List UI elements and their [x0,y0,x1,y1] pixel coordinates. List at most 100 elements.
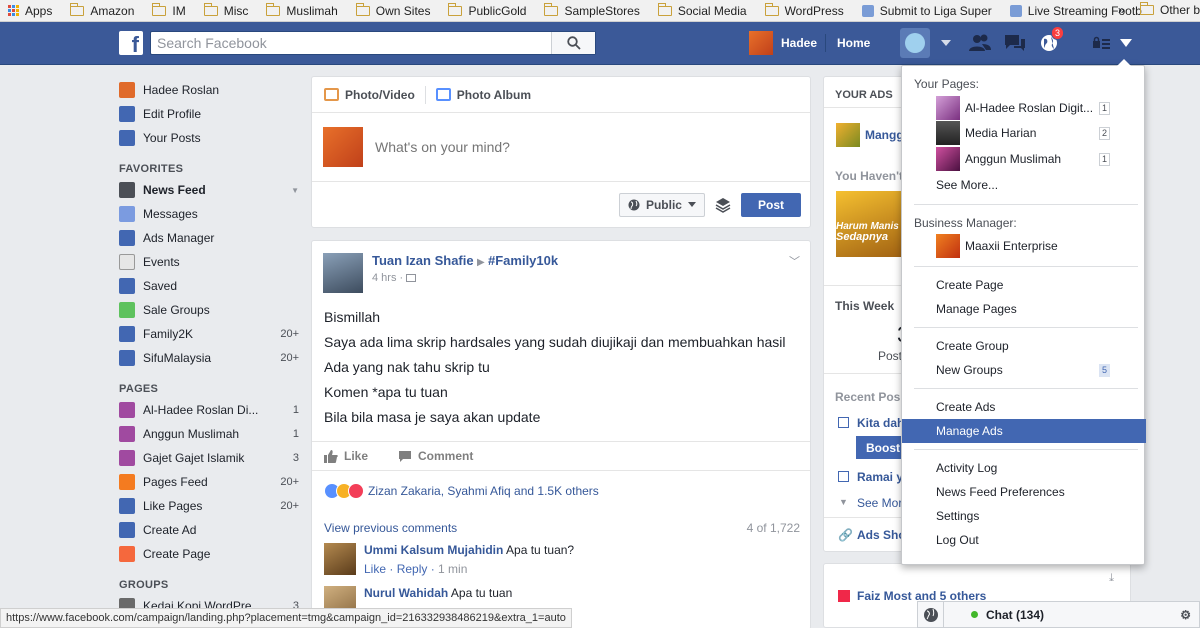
sidebar-item[interactable]: Create Ad [119,518,299,542]
page-avatar-icon [119,426,135,442]
create-group-item[interactable]: Create Group [902,334,1146,358]
bookmark-item[interactable]: Apps [8,4,52,18]
post-time[interactable]: 4 hrs [372,272,396,284]
bookmark-item[interactable]: Social Media [657,2,747,18]
profile-link[interactable]: Hadee [749,31,817,55]
dropdown-page-item[interactable]: Media Harian 2 [902,121,1146,145]
comment-button[interactable]: Comment [398,449,473,463]
messages-icon[interactable] [1003,31,1027,55]
account-dropdown-menu: Your Pages: Al-Hadee Roslan Digit... 1 M… [901,59,1146,565]
bookmark-item[interactable]: IM [152,2,186,18]
create-page-item[interactable]: Create Page [902,273,1146,297]
new-groups-item[interactable]: New Groups 5 [902,358,1146,382]
recent-post-link[interactable]: Kita dah [857,416,904,430]
layers-icon[interactable] [713,195,733,215]
page-switcher-button[interactable] [900,28,930,58]
bookmark-item[interactable]: PublicGold [448,2,526,18]
sidebar-item[interactable]: News Feed ▼ [119,178,299,202]
activity-log-item[interactable]: Activity Log [902,456,1146,480]
sidebar-item[interactable]: Ads Manager [119,226,299,250]
friend-requests-icon[interactable] [968,31,992,55]
sidebar-item[interactable]: Create Page [119,542,299,566]
bookmark-item[interactable]: SampleStores [544,2,640,18]
sidebar-item[interactable]: Edit Profile [119,102,299,126]
comment-like-link[interactable]: Like [364,562,386,576]
page-avatar-icon [936,96,960,120]
post-author[interactable]: Tuan Izan Shafie [372,253,474,268]
post-text-line: Bismillah [324,309,381,325]
sidebar-item[interactable]: Anggun Muslimah 1 [119,422,299,446]
chevron-down-icon[interactable]: ▼ [279,186,299,195]
bookmark-item[interactable]: Muslimah [266,2,338,18]
sidebar-item[interactable]: Hadee Roslan [119,78,299,102]
chevron-down-icon[interactable] [934,31,958,55]
business-item[interactable]: Maaxii Enterprise [902,234,1146,258]
bookmark-item[interactable]: Misc [203,2,248,18]
divider [914,449,1138,450]
view-previous-comments[interactable]: View previous comments [324,521,457,535]
facebook-logo-icon[interactable]: f [119,31,143,57]
see-more-link[interactable]: See Mor [857,496,902,510]
settings-icon[interactable]: ⚙ [1180,608,1191,622]
sidebar-item[interactable]: Family2K 20+ [119,322,299,346]
sidebar-item[interactable]: Events [119,250,299,274]
privacy-shortcuts-icon[interactable] [1090,31,1114,55]
this-week-title: This Week [835,299,895,313]
sidebar-item[interactable]: Pages Feed 20+ [119,470,299,494]
recent-post-link[interactable]: Ramai y [857,470,903,484]
manage-pages-item[interactable]: Manage Pages [902,297,1146,321]
account-menu-chevron-icon[interactable] [1114,31,1138,55]
privacy-selector[interactable]: Public [618,192,705,217]
avatar[interactable] [324,543,356,575]
create-ads-item[interactable]: Create Ads [902,395,1146,419]
settings-item[interactable]: Settings [902,504,1146,528]
chat-bar[interactable]: Chat (134) ⚙ [917,601,1200,628]
sidebar-item[interactable]: Your Posts [119,126,299,150]
search-input[interactable] [151,32,551,54]
status-input[interactable] [375,139,775,155]
search-button[interactable] [551,32,595,54]
comment-time[interactable]: 1 min [438,562,467,576]
dropdown-page-item[interactable]: Anggun Muslimah 1 [902,147,1146,171]
sidebar-item[interactable]: Like Pages 20+ [119,494,299,518]
bookmark-item[interactable]: Submit to Liga Super [861,4,992,18]
notifications-globe-icon[interactable]: 3 [1037,26,1065,55]
bookmark-item[interactable]: Own Sites [355,2,430,18]
post-button[interactable]: Post [740,192,801,217]
post-tag[interactable]: #Family10k [488,253,558,268]
ad-name[interactable]: Mangg [865,128,904,142]
commenter-name[interactable]: Ummi Kalsum Mujahidin [364,543,503,557]
sidebar-item[interactable]: Messages [119,202,299,226]
globe-icon[interactable] [918,601,944,628]
photo-video-tab[interactable]: Photo/Video [324,88,415,102]
notification-badge: 3 [1051,26,1065,40]
sidebar-item[interactable]: Sale Groups [119,298,299,322]
globe-icon [628,199,640,210]
sidebar-item[interactable]: Gajet Gajet Islamik 3 [119,446,299,470]
sidebar-item[interactable]: Saved [119,274,299,298]
bookmarks-more-button[interactable]: » [1118,3,1125,17]
reactions-summary[interactable]: Zizan Zakaria, Syahmi Afiq and 1.5K othe… [324,483,599,499]
page-icon [1009,4,1022,17]
sidebar-item[interactable]: Al-Hadee Roslan Di... 1 [119,398,299,422]
calendar-icon [119,254,135,270]
ads-shortcut-link[interactable]: Ads Sho [857,528,906,542]
other-bookmarks[interactable]: Other b [1140,2,1200,17]
like-button[interactable]: Like [324,449,368,463]
commenter-name[interactable]: Nurul Wahidah [364,586,448,600]
download-icon[interactable]: ⤓ [1109,572,1114,585]
manage-ads-item[interactable]: Manage Ads [902,419,1146,443]
see-more-pages-link[interactable]: See More... [902,173,1146,197]
photo-album-tab[interactable]: Photo Album [435,88,531,102]
news-feed-preferences-item[interactable]: News Feed Preferences [902,480,1146,504]
bookmark-item[interactable]: Amazon [70,2,134,18]
comment-reply-link[interactable]: Reply [397,562,428,576]
home-link[interactable]: Home [837,36,870,50]
bookmark-item[interactable]: WordPress [764,2,844,18]
sidebar-item[interactable]: SifuMalaysia 20+ [119,346,299,370]
dropdown-page-item[interactable]: Al-Hadee Roslan Digit... 1 [902,96,1146,120]
log-out-item[interactable]: Log Out [902,528,1146,552]
ad-thumbnail[interactable] [836,123,860,147]
chevron-down-icon[interactable]: ﹀ [789,253,800,269]
avatar[interactable] [323,253,363,293]
